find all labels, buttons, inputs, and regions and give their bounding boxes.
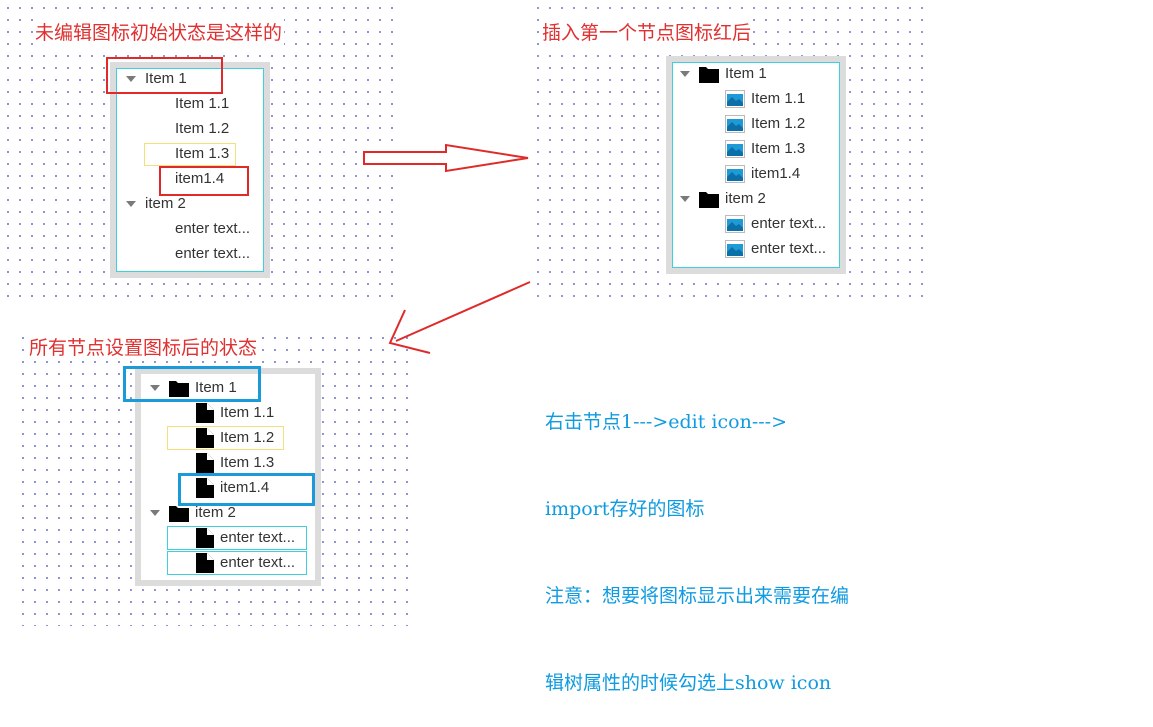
node-label: Item 1.3: [220, 454, 275, 472]
image-icon: [725, 90, 745, 109]
node-label: item1.4: [751, 165, 801, 183]
tree-node-item-1-1[interactable]: Item 1.1: [725, 88, 805, 110]
node-label: Item 1.1: [220, 404, 275, 422]
highlight-enter-text-2: [167, 551, 307, 575]
folder-icon: [699, 192, 719, 209]
node-label: Item 1.1: [751, 90, 806, 108]
tree-node-item-1-3[interactable]: Item 1.3: [196, 452, 274, 474]
node-label: enter text...: [175, 245, 251, 263]
folder-icon: [169, 506, 189, 523]
node-label: enter text...: [751, 240, 827, 258]
tree-node-item-1-2[interactable]: Item 1.2: [725, 113, 805, 135]
highlight-item-1: [106, 57, 223, 94]
note-line-4: 辑树属性的时候勾选上show icon: [545, 672, 832, 694]
note-line-2: import存好的图标: [545, 498, 705, 520]
tree-node-item-2[interactable]: item 2: [680, 188, 766, 210]
caption-after-all-icons: 所有节点设置图标后的状态: [27, 333, 260, 360]
tree-node-item-2[interactable]: item 2: [126, 193, 186, 215]
tree-node-item-1-1[interactable]: Item 1.1: [175, 93, 229, 115]
tree-node-item-1-2[interactable]: Item 1.2: [175, 118, 229, 140]
node-label: Item 1.2: [175, 120, 230, 138]
node-label: item 2: [145, 195, 186, 213]
highlight-item-1-2: [167, 426, 284, 450]
tree-node-enter-text-2[interactable]: enter text...: [175, 243, 250, 265]
highlight-item-1: [123, 366, 261, 402]
tree-node-item-1-1[interactable]: Item 1.1: [196, 402, 274, 424]
image-icon: [725, 215, 745, 234]
tree-node-enter-text-1[interactable]: enter text...: [725, 213, 826, 235]
note-line-1: 右击节点1--->edit icon--->: [545, 411, 787, 433]
node-label: Item 1.3: [751, 140, 806, 158]
caption-after-first-icon: 插入第一个节点图标红后: [540, 18, 754, 45]
highlight-item-1-4: [178, 473, 315, 506]
tree-node-item-1-3[interactable]: Item 1.3: [725, 138, 805, 160]
node-label: Item 1.1: [175, 95, 230, 113]
note-line-3: 注意：想要将图标显示出来需要在编: [545, 585, 850, 607]
file-icon: [196, 403, 214, 424]
right-arrow: [363, 143, 529, 173]
tree-node-item-1-4[interactable]: item1.4: [725, 163, 800, 185]
highlight-item-1-3: [144, 143, 236, 166]
tree-node-item-1[interactable]: Item 1: [680, 63, 767, 85]
image-icon: [725, 240, 745, 259]
highlight-enter-text-1: [167, 526, 307, 550]
tree-node-enter-text-1[interactable]: enter text...: [175, 218, 250, 240]
file-icon: [196, 453, 214, 474]
image-icon: [725, 165, 745, 184]
node-label: Item 1.2: [751, 115, 806, 133]
highlight-item-1-4: [159, 166, 249, 196]
node-label: enter text...: [751, 215, 827, 233]
folder-icon: [699, 67, 719, 84]
instruction-note: 右击节点1--->edit icon---> import存好的图标 注意：想要…: [545, 350, 849, 727]
caption-initial-state: 未编辑图标初始状态是这样的: [33, 18, 285, 45]
node-label: enter text...: [175, 220, 251, 238]
image-icon: [725, 115, 745, 134]
tree-node-enter-text-2[interactable]: enter text...: [725, 238, 826, 260]
down-left-arrow-shaft: [395, 281, 531, 342]
expand-triangle-icon[interactable]: [680, 196, 690, 203]
expand-triangle-icon[interactable]: [150, 510, 160, 517]
expand-triangle-icon[interactable]: [680, 71, 690, 78]
node-label: Item 1: [725, 65, 767, 83]
image-icon: [725, 140, 745, 159]
expand-triangle-icon[interactable]: [126, 201, 136, 208]
down-left-arrow-head: [388, 309, 431, 354]
node-label: item 2: [725, 190, 766, 208]
